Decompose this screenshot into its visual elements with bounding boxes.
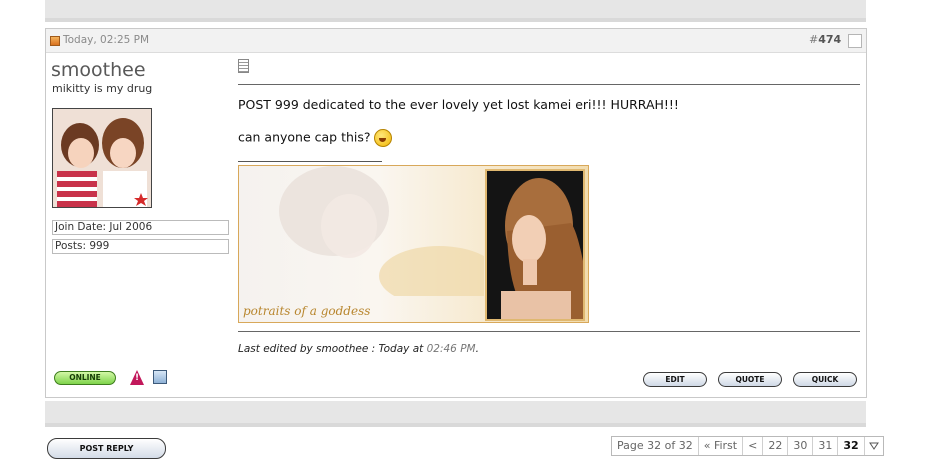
quick-reply-button[interactable]: QUICK xyxy=(793,372,857,387)
edited-note: Last edited by smoothee : Today at 02:46… xyxy=(238,343,479,355)
page-link-30[interactable]: 30 xyxy=(788,437,814,455)
post-count: Posts: 999 xyxy=(52,239,229,254)
post-number[interactable]: #474 xyxy=(809,33,841,46)
post-icon xyxy=(50,36,60,46)
post-number-value: 474 xyxy=(818,33,842,46)
message-line-2: can anyone cap this? xyxy=(238,129,392,147)
smiley-icon xyxy=(373,129,392,147)
bottom-separator-bar xyxy=(45,401,866,427)
post-select-checkbox[interactable] xyxy=(848,34,862,48)
page-link-22[interactable]: 22 xyxy=(763,437,789,455)
avatar xyxy=(52,108,152,208)
message-line-1: POST 999 dedicated to the ever lovely ye… xyxy=(238,97,679,112)
banner-faded-portrait xyxy=(279,166,484,296)
user-title: mikitty is my drug xyxy=(52,82,153,95)
online-status-badge: ONLINE xyxy=(54,371,116,385)
edited-prefix: Last edited by smoothee : Today at xyxy=(238,343,427,355)
signature-caption: potraits of a goddess xyxy=(243,304,371,318)
prev-page-link[interactable]: < xyxy=(743,437,764,455)
page-navigation: Page 32 of 32 « First < 22 30 31 32 xyxy=(611,436,884,456)
warning-icon[interactable] xyxy=(130,370,144,385)
join-date: Join Date: Jul 2006 xyxy=(52,220,229,235)
content-divider-bottom xyxy=(238,331,860,332)
signature-banner: potraits of a goddess xyxy=(238,165,589,323)
avatar-image xyxy=(53,109,151,207)
page-label: Page 32 of 32 xyxy=(612,437,699,455)
post-number-prefix: # xyxy=(809,33,819,46)
message-line-2-text: can anyone cap this? xyxy=(238,129,371,145)
banner-portrait-photo xyxy=(485,169,585,321)
signature-separator xyxy=(238,161,382,162)
current-page: 32 xyxy=(838,437,865,455)
portrait-image xyxy=(487,171,583,319)
dropdown-triangle-icon[interactable] xyxy=(865,437,883,455)
page-link-31[interactable]: 31 xyxy=(813,437,839,455)
dropdown-triangle-glyph xyxy=(868,442,879,450)
computer-icon[interactable] xyxy=(153,370,167,384)
edited-suffix: . xyxy=(475,343,479,355)
post-reply-button[interactable]: POST REPLY xyxy=(47,438,166,459)
content-icon xyxy=(238,59,249,73)
content-divider-top xyxy=(238,84,860,85)
quote-button[interactable]: QUOTE xyxy=(718,372,782,387)
edit-button[interactable]: EDIT xyxy=(643,372,707,387)
username[interactable]: smoothee xyxy=(51,59,146,81)
edited-time: 02:46 PM xyxy=(426,343,476,355)
first-page-link[interactable]: « First xyxy=(699,437,744,455)
post-header: Today, 02:25 PM #474 xyxy=(46,29,866,53)
top-separator-bar xyxy=(45,0,866,22)
forum-post: Today, 02:25 PM #474 smoothee mikitty is… xyxy=(45,28,867,398)
post-date: Today, 02:25 PM xyxy=(63,34,150,46)
